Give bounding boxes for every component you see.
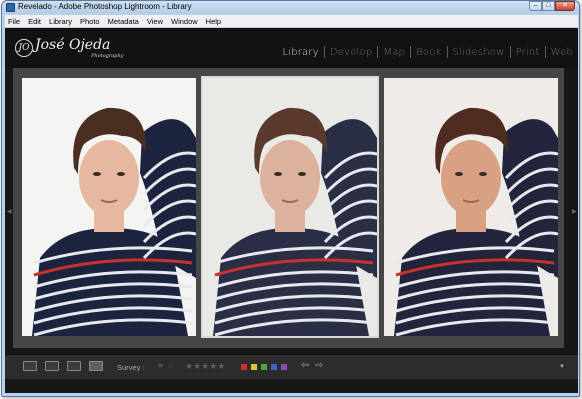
- reject-flag-icon[interactable]: ⚐: [168, 362, 175, 371]
- monogram-logo: JO: [15, 39, 33, 57]
- minimize-button[interactable]: –: [529, 1, 542, 11]
- menu-help[interactable]: Help: [206, 17, 221, 26]
- left-eye: [93, 172, 101, 176]
- portrait-photo-warm: [384, 78, 558, 336]
- module-map[interactable]: Map: [378, 47, 410, 58]
- menu-view[interactable]: View: [147, 17, 163, 26]
- left-panel-toggle-icon[interactable]: ◀: [7, 208, 12, 215]
- menu-photo[interactable]: Photo: [80, 17, 100, 26]
- compare-view-icon[interactable]: [67, 361, 81, 371]
- right-eye: [479, 172, 487, 176]
- color-label-yellow[interactable]: [251, 364, 257, 370]
- right-panel-toggle-icon[interactable]: ▶: [572, 208, 577, 215]
- module-book[interactable]: Book: [411, 47, 446, 58]
- title-bar[interactable]: Revelado - Adobe Photoshop Lightroom - L…: [2, 1, 579, 14]
- window-title: Revelado - Adobe Photoshop Lightroom - L…: [18, 2, 192, 11]
- portrait-photo-soft: [203, 78, 377, 336]
- module-picker: Library Develop Map Book Slideshow Print…: [277, 45, 578, 59]
- left-eye: [274, 172, 282, 176]
- photo-cell-2[interactable]: [201, 76, 379, 338]
- survey-label: Survey :: [117, 363, 145, 372]
- face: [260, 140, 320, 216]
- filmstrip-collapsed: [5, 379, 578, 393]
- loupe-view-icon[interactable]: [45, 361, 59, 371]
- module-web[interactable]: Web: [546, 47, 578, 58]
- left-eye: [455, 172, 463, 176]
- identity-plate: JO José Ojeda Photography Library Develo…: [5, 28, 578, 68]
- menu-library[interactable]: Library: [49, 17, 72, 26]
- portrait-photo-bright: [22, 78, 196, 336]
- right-eye: [117, 172, 125, 176]
- lightroom-app-icon: [6, 3, 15, 12]
- next-photo-icon[interactable]: ⇨: [315, 360, 323, 371]
- previous-photo-icon[interactable]: ⇦: [301, 360, 309, 371]
- lightroom-workspace: JO José Ojeda Photography Library Develo…: [5, 28, 578, 393]
- survey-view: [13, 68, 564, 348]
- module-slideshow[interactable]: Slideshow: [448, 47, 510, 58]
- menu-edit[interactable]: Edit: [28, 17, 41, 26]
- identity-name: José Ojeda: [35, 37, 111, 53]
- right-eye: [298, 172, 306, 176]
- pick-flag-icon[interactable]: ⚑: [157, 362, 164, 371]
- color-label-red[interactable]: [241, 364, 247, 370]
- application-window: Revelado - Adobe Photoshop Lightroom - L…: [1, 0, 580, 397]
- identity-tagline: Photography: [91, 53, 124, 59]
- library-toolbar: Survey : ⚑ ⚐ ★★★★★ ⇦ ⇨ ▼: [5, 354, 578, 379]
- maximize-button[interactable]: □: [542, 1, 555, 11]
- color-label-purple[interactable]: [281, 364, 287, 370]
- module-library[interactable]: Library: [277, 47, 323, 58]
- color-label-blue[interactable]: [271, 364, 277, 370]
- toolbar-content-menu-icon[interactable]: ▼: [559, 364, 565, 370]
- module-print[interactable]: Print: [511, 47, 545, 58]
- rating-stars[interactable]: ★★★★★: [185, 361, 225, 372]
- close-button[interactable]: ✕: [555, 1, 575, 11]
- photo-cell-1[interactable]: [22, 78, 196, 336]
- face: [441, 140, 501, 216]
- module-develop[interactable]: Develop: [325, 47, 378, 58]
- menu-window[interactable]: Window: [171, 17, 198, 26]
- survey-view-icon[interactable]: [89, 361, 103, 371]
- menu-file[interactable]: File: [8, 17, 20, 26]
- menu-bar: File Edit Library Photo Metadata View Wi…: [5, 15, 578, 27]
- face: [79, 140, 139, 216]
- color-label-green[interactable]: [261, 364, 267, 370]
- grid-view-icon[interactable]: [23, 361, 37, 371]
- menu-metadata[interactable]: Metadata: [108, 17, 139, 26]
- window-controls: – □ ✕: [529, 1, 575, 12]
- photo-cell-3[interactable]: [384, 78, 558, 336]
